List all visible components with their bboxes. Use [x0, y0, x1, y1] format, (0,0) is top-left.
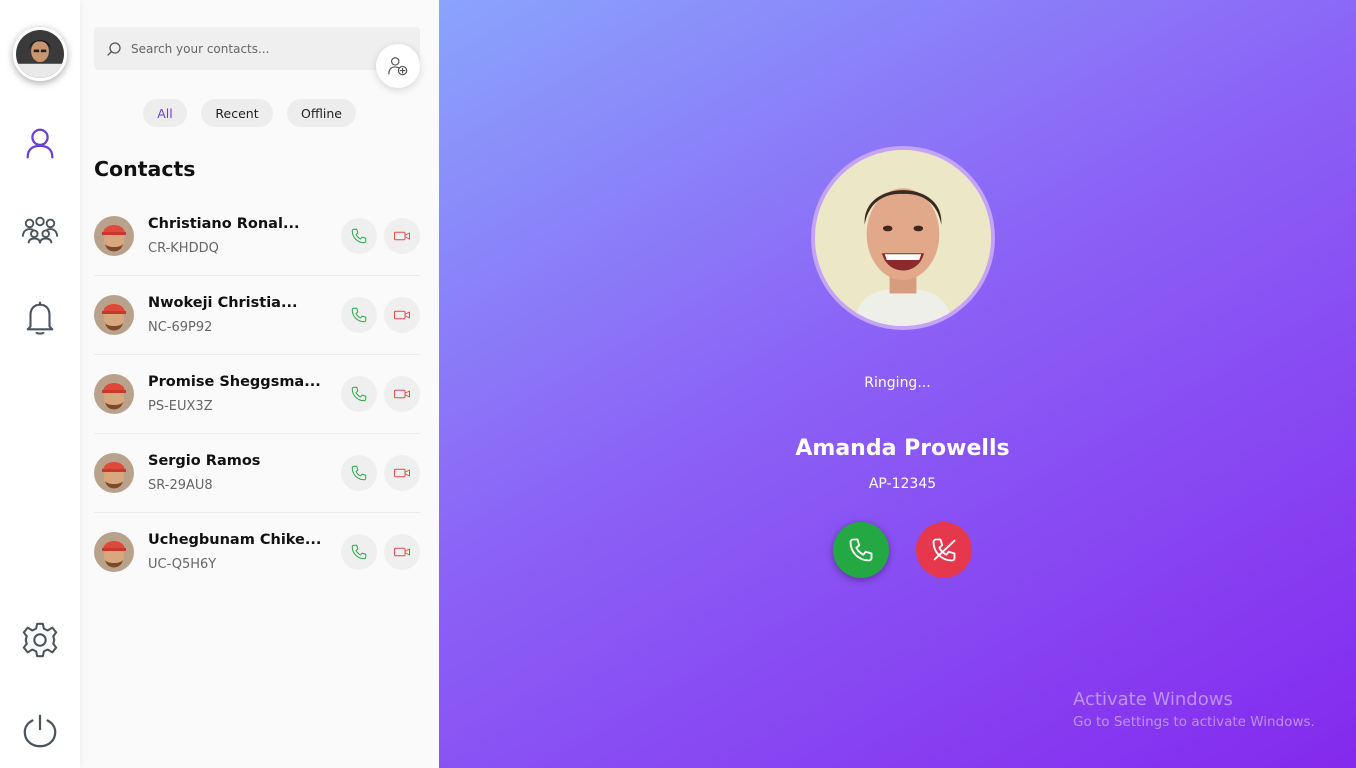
filter-recent[interactable]: Recent — [201, 99, 273, 127]
contact-avatar — [94, 374, 134, 414]
video-camera-icon — [394, 231, 410, 241]
filter-tabs: All Recent Offline — [80, 99, 439, 127]
contact-row[interactable]: Promise Sheggsma... PS-EUX3Z — [94, 355, 420, 434]
contact-id: PS-EUX3Z — [148, 399, 213, 414]
phone-icon — [351, 465, 367, 481]
add-contact-button[interactable] — [376, 44, 420, 88]
nav-notifications-button[interactable] — [18, 295, 62, 339]
caller-id: AP-12345 — [868, 476, 937, 492]
phone-icon — [351, 307, 367, 323]
contact-list: Christiano Ronal... CR-KHDDQ Nwokeji Chr… — [94, 197, 420, 592]
decline-call-button[interactable] — [916, 522, 972, 578]
contacts-heading: Contacts — [94, 157, 196, 181]
video-camera-icon — [394, 547, 410, 557]
contact-id: UC-Q5H6Y — [148, 557, 217, 572]
contact-name: Promise Sheggsma... — [148, 374, 321, 390]
contact-id: CR-KHDDQ — [148, 241, 219, 256]
search-icon — [107, 41, 121, 56]
search-box — [94, 27, 420, 70]
phone-icon — [849, 538, 873, 562]
contact-avatar — [94, 216, 134, 256]
voice-call-button[interactable] — [341, 218, 377, 254]
video-camera-icon — [394, 389, 410, 399]
nav-groups-button[interactable] — [18, 208, 62, 252]
contact-name: Uchegbunam Chike... — [148, 532, 322, 548]
contact-name: Nwokeji Christia... — [148, 295, 298, 311]
video-call-button[interactable] — [384, 455, 420, 491]
group-icon — [21, 216, 59, 244]
bell-icon — [26, 301, 54, 335]
nav-profile-button[interactable] — [18, 122, 62, 166]
add-user-icon — [388, 57, 408, 76]
contact-avatar — [94, 295, 134, 335]
filter-offline[interactable]: Offline — [287, 99, 356, 127]
nav-rail — [0, 0, 80, 768]
phone-icon — [351, 228, 367, 244]
watermark-subtitle: Go to Settings to activate Windows. — [1073, 714, 1315, 730]
incoming-call-screen: Ringing... Amanda Prowells AP-12345 Acti… — [439, 0, 1356, 768]
activate-windows-watermark: Activate Windows Go to Settings to activ… — [1073, 689, 1315, 730]
nav-settings-button[interactable] — [18, 618, 62, 662]
phone-hangup-icon — [932, 538, 956, 562]
contact-name: Christiano Ronal... — [148, 216, 300, 232]
video-camera-icon — [394, 468, 410, 478]
watermark-title: Activate Windows — [1073, 689, 1233, 710]
voice-call-button[interactable] — [341, 297, 377, 333]
my-avatar[interactable] — [13, 27, 67, 81]
voice-call-button[interactable] — [341, 455, 377, 491]
contact-row[interactable]: Uchegbunam Chike... UC-Q5H6Y — [94, 513, 420, 592]
phone-icon — [351, 544, 367, 560]
power-icon — [23, 714, 57, 748]
caller-avatar — [811, 146, 995, 330]
video-call-button[interactable] — [384, 218, 420, 254]
gear-icon — [22, 622, 58, 658]
contact-row[interactable]: Christiano Ronal... CR-KHDDQ — [94, 197, 420, 276]
call-status: Ringing... — [864, 375, 931, 391]
contact-row[interactable]: Sergio Ramos SR-29AU8 — [94, 434, 420, 513]
caller-name: Amanda Prowells — [795, 436, 1010, 461]
nav-logout-button[interactable] — [18, 709, 62, 753]
contact-name: Sergio Ramos — [148, 453, 261, 469]
phone-icon — [351, 386, 367, 402]
user-icon — [26, 128, 54, 159]
accept-call-button[interactable] — [833, 522, 889, 578]
voice-call-button[interactable] — [341, 534, 377, 570]
filter-all[interactable]: All — [143, 99, 187, 127]
contacts-panel: All Recent Offline Contacts Christiano R… — [80, 0, 439, 768]
contact-id: NC-69P92 — [148, 320, 213, 335]
contact-avatar — [94, 453, 134, 493]
search-input[interactable] — [131, 41, 371, 56]
video-camera-icon — [394, 310, 410, 320]
contact-avatar — [94, 532, 134, 572]
video-call-button[interactable] — [384, 534, 420, 570]
video-call-button[interactable] — [384, 376, 420, 412]
video-call-button[interactable] — [384, 297, 420, 333]
contact-id: SR-29AU8 — [148, 478, 213, 493]
contact-row[interactable]: Nwokeji Christia... NC-69P92 — [94, 276, 420, 355]
voice-call-button[interactable] — [341, 376, 377, 412]
